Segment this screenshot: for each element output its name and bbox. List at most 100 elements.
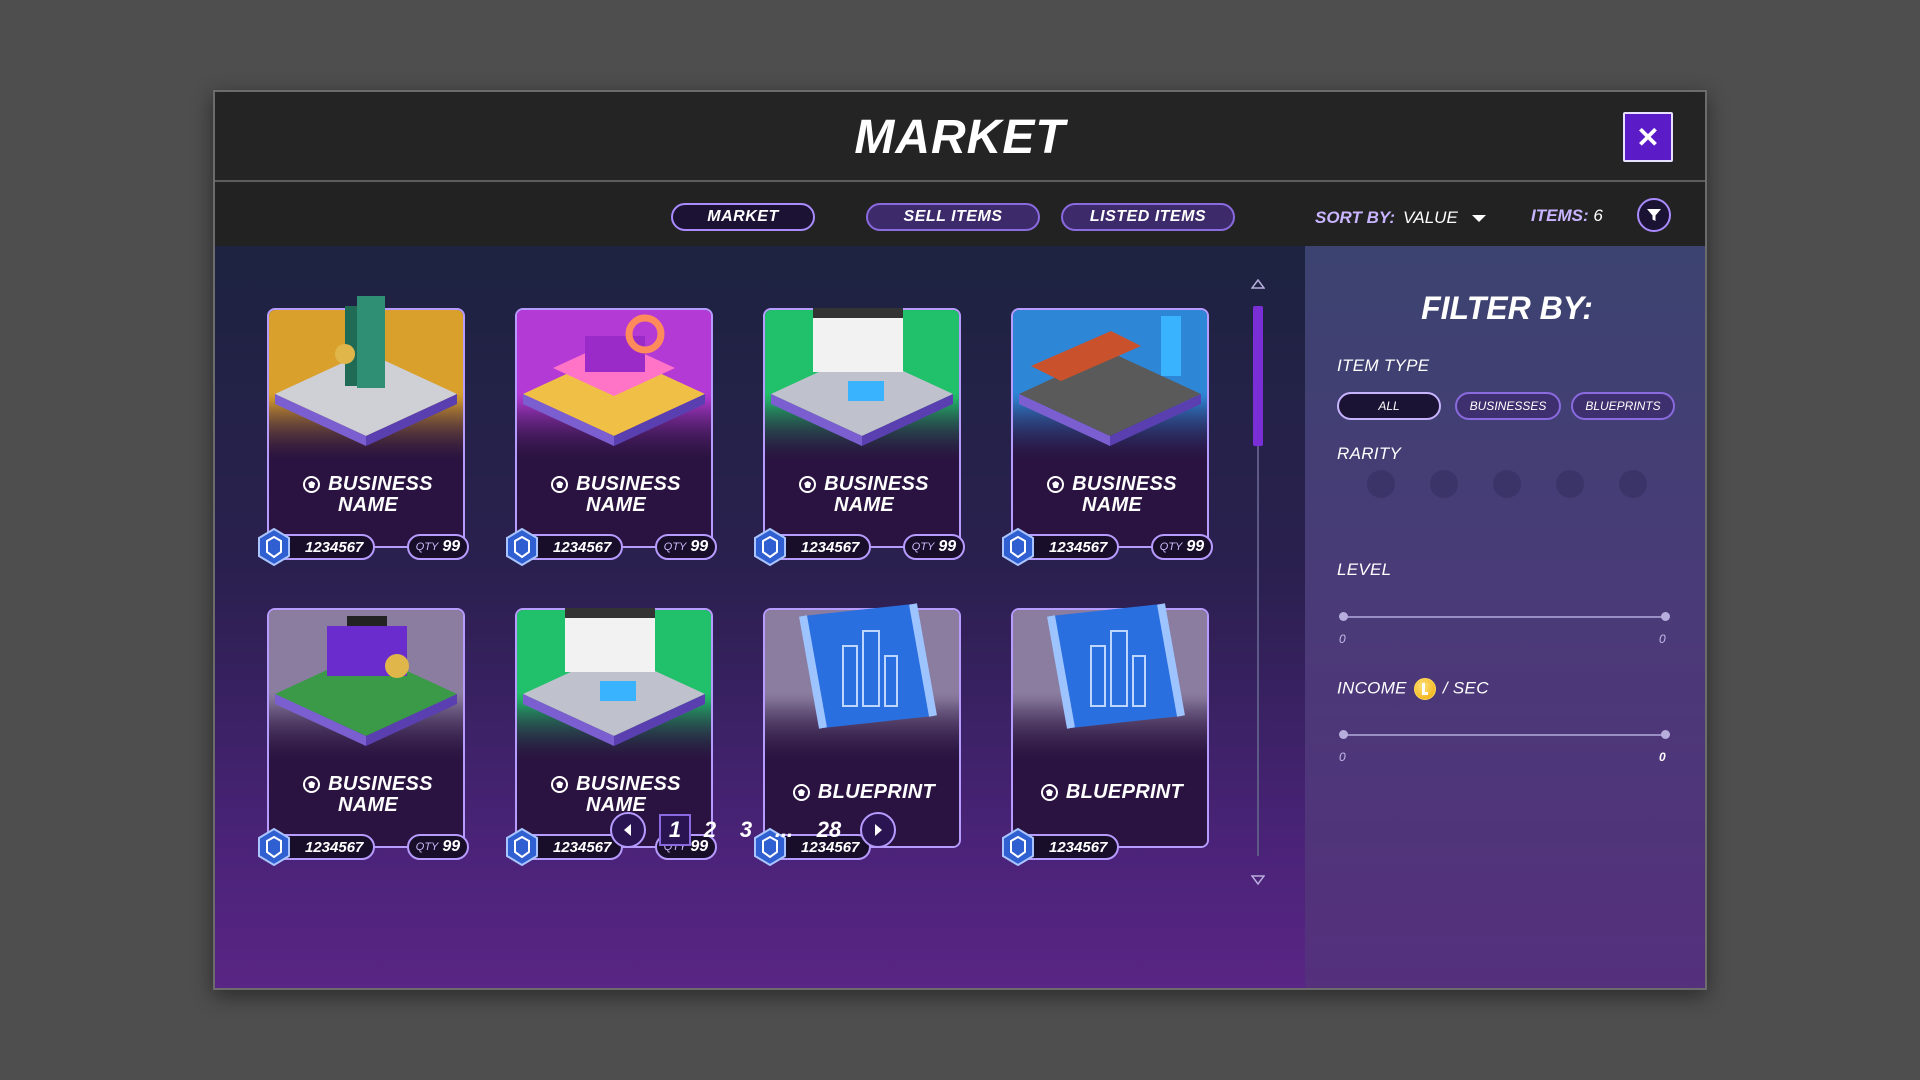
sort-dropdown[interactable]: SORT BY: VALUE bbox=[1315, 206, 1486, 230]
triangle-up-icon bbox=[1250, 278, 1266, 289]
market-card[interactable]: BUSINESS NAME 1234567 QTY 99 bbox=[506, 308, 717, 566]
shield-icon bbox=[551, 776, 569, 793]
level-label: LEVEL bbox=[1337, 560, 1392, 579]
card-name-line1: BLUEPRINT bbox=[1065, 781, 1184, 803]
card-price: 1234567 bbox=[1049, 538, 1108, 556]
shield-icon bbox=[799, 476, 817, 493]
shield-icon bbox=[1040, 784, 1058, 801]
rarity-option-1[interactable] bbox=[1367, 470, 1395, 498]
income-min-value: 0 bbox=[1339, 750, 1346, 764]
filter-sidebar: FILTER BY: ITEM TYPE ALL BUSINESSES BLUE… bbox=[1305, 246, 1705, 988]
qty-value: 99 bbox=[442, 538, 461, 555]
close-button[interactable]: ✕ bbox=[1623, 112, 1673, 162]
chip-businesses[interactable]: BUSINESSES bbox=[1455, 392, 1561, 420]
qty-pill: QTY 99 bbox=[903, 534, 965, 560]
hotel-icon bbox=[523, 608, 705, 746]
arrow-right-icon bbox=[875, 824, 882, 836]
card-name-line1: BUSINESS bbox=[328, 473, 433, 495]
card-name: BUSINESS NAME bbox=[269, 774, 463, 816]
card-name: BUSINESS NAME bbox=[269, 473, 463, 516]
shield-icon bbox=[1047, 476, 1065, 493]
income-slider-min-handle[interactable] bbox=[1339, 730, 1348, 739]
income-suffix: / SEC bbox=[1442, 678, 1489, 698]
pagination: 1 2 3 ... 28 bbox=[215, 812, 1305, 848]
filter-button[interactable] bbox=[1637, 198, 1671, 232]
page-28[interactable]: 28 bbox=[811, 814, 847, 846]
qty-pill: QTY 99 bbox=[407, 534, 469, 560]
tab-market[interactable]: MARKET bbox=[671, 203, 815, 231]
level-max-value: 0 bbox=[1659, 632, 1666, 646]
level-slider-max-handle[interactable] bbox=[1661, 612, 1670, 621]
card-price: 1234567 bbox=[305, 538, 364, 556]
items-count: ITEMS: 6 bbox=[1531, 206, 1603, 226]
crystal-icon bbox=[258, 528, 290, 566]
rarity-option-2[interactable] bbox=[1430, 470, 1458, 498]
donuts-diner-icon bbox=[523, 314, 705, 446]
hotel-icon bbox=[771, 308, 953, 446]
scroll-down-arrow[interactable] bbox=[1250, 872, 1266, 886]
page-2[interactable]: 2 bbox=[699, 814, 721, 846]
qty-label: QTY bbox=[1159, 541, 1183, 553]
card-name: BUSINESS NAME bbox=[517, 473, 711, 516]
card-name-line2: NAME bbox=[585, 494, 647, 516]
qty-pill: QTY 99 bbox=[655, 534, 717, 560]
arrow-left-icon bbox=[624, 824, 631, 836]
card-name-line1: BUSINESS bbox=[576, 473, 681, 495]
rarity-option-3[interactable] bbox=[1493, 470, 1521, 498]
rarity-option-4[interactable] bbox=[1556, 470, 1584, 498]
card-name: BLUEPRINT bbox=[765, 781, 959, 803]
items-label: ITEMS: bbox=[1531, 206, 1589, 225]
card-name-line2: NAME bbox=[833, 494, 895, 516]
next-page-button[interactable] bbox=[860, 812, 896, 848]
qty-value: 99 bbox=[1186, 538, 1205, 555]
market-card[interactable]: BUSINESS NAME 1234567 QTY 99 bbox=[754, 308, 965, 566]
income-max-value: 0 bbox=[1659, 750, 1666, 764]
income-label-text: INCOME bbox=[1337, 678, 1407, 698]
scroll-up-arrow[interactable] bbox=[1250, 276, 1266, 289]
tab-bar: MARKET SELL ITEMS LISTED ITEMS SORT BY: … bbox=[215, 184, 1705, 246]
market-window: MARKET ✕ MARKET SELL ITEMS LISTED ITEMS … bbox=[213, 90, 1707, 990]
crystal-icon bbox=[754, 528, 786, 566]
tab-listed-items[interactable]: LISTED ITEMS bbox=[1061, 203, 1235, 231]
scrollbar-thumb[interactable] bbox=[1253, 306, 1263, 446]
shield-icon bbox=[303, 476, 321, 493]
chip-all[interactable]: ALL bbox=[1337, 392, 1441, 420]
market-card[interactable]: BUSINESS NAME 1234567 QTY 99 bbox=[258, 296, 469, 566]
rarity-option-5[interactable] bbox=[1619, 470, 1647, 498]
income-slider-max-handle[interactable] bbox=[1661, 730, 1670, 739]
card-name-line1: BUSINESS bbox=[824, 473, 929, 495]
qty-label: QTY bbox=[415, 541, 439, 553]
market-card[interactable]: BUSINESS NAME 1234567 QTY 99 bbox=[1002, 308, 1213, 566]
blueprint-icon bbox=[1047, 603, 1185, 729]
market-grid-area: BUSINESS NAME 1234567 QTY 99 BUSINESS NAME 1234… bbox=[215, 246, 1305, 988]
level-min-value: 0 bbox=[1339, 632, 1346, 646]
caret-down-icon bbox=[1471, 214, 1486, 222]
chip-blueprints[interactable]: BLUEPRINTS bbox=[1571, 392, 1675, 420]
gym-icon bbox=[275, 616, 457, 746]
card-name: BUSINESS NAME bbox=[517, 774, 711, 816]
level-slider-min-handle[interactable] bbox=[1339, 612, 1348, 621]
qty-label: QTY bbox=[911, 541, 935, 553]
qty-pill: QTY 99 bbox=[1151, 534, 1213, 560]
level-slider-track[interactable] bbox=[1343, 616, 1665, 618]
income-slider-track[interactable] bbox=[1343, 734, 1665, 736]
page-1[interactable]: 1 bbox=[659, 814, 691, 846]
qty-value: 99 bbox=[690, 538, 709, 555]
sort-value: VALUE bbox=[1402, 208, 1458, 227]
tab-sell-items[interactable]: SELL ITEMS bbox=[866, 203, 1040, 231]
card-name: BUSINESS NAME bbox=[765, 473, 959, 516]
sort-label: SORT BY: bbox=[1315, 208, 1395, 227]
funnel-icon bbox=[1647, 209, 1661, 221]
rarity-label: RARITY bbox=[1337, 444, 1402, 463]
card-price: 1234567 bbox=[801, 538, 860, 556]
prev-page-button[interactable] bbox=[610, 812, 646, 848]
card-name-line2: NAME bbox=[337, 494, 399, 516]
card-name-line1: BLUEPRINT bbox=[817, 781, 936, 803]
page-3[interactable]: 3 bbox=[735, 814, 757, 846]
window-title: MARKET bbox=[854, 111, 1066, 164]
card-price: 1234567 bbox=[553, 538, 612, 556]
coin-icon bbox=[1413, 678, 1436, 700]
card-name-line1: BUSINESS bbox=[1072, 473, 1177, 495]
motel-icon bbox=[1019, 316, 1201, 446]
qty-value: 99 bbox=[938, 538, 957, 555]
